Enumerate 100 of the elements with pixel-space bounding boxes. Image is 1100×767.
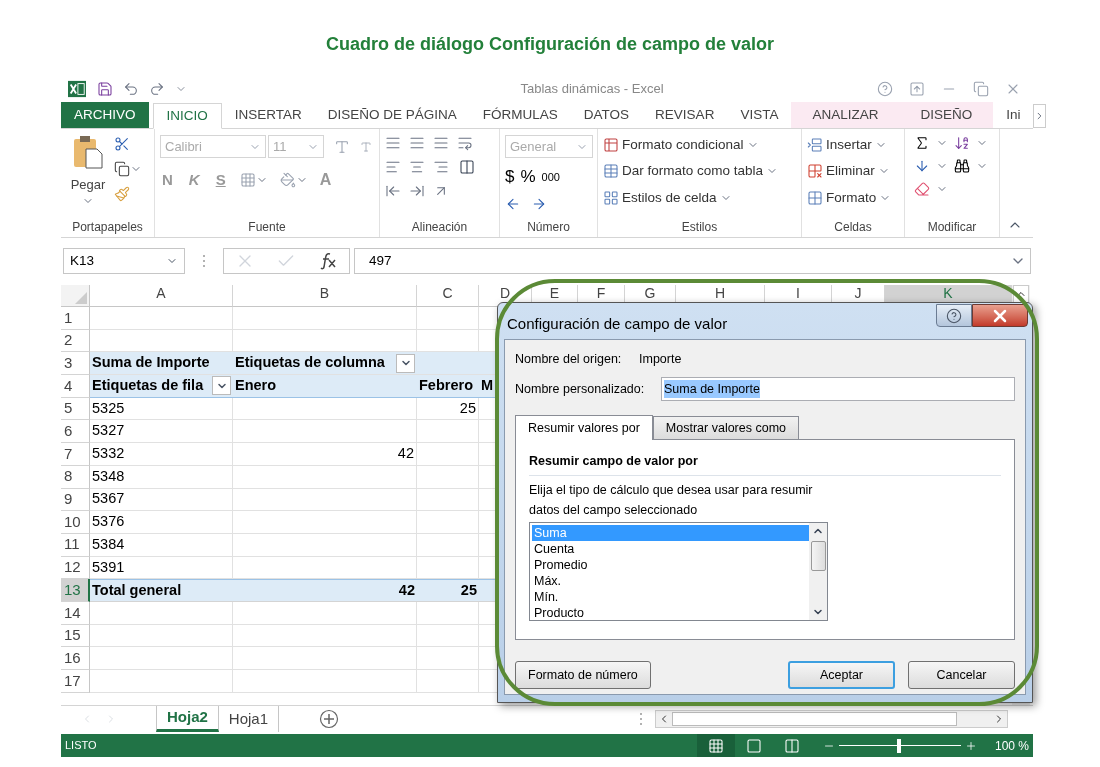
styles-button[interactable]: Estilos de celda xyxy=(603,187,796,208)
add-sheet-icon[interactable] xyxy=(319,709,340,729)
function-item[interactable]: Promedio xyxy=(532,556,809,573)
sheet-tab[interactable]: Hoja1 xyxy=(218,706,280,732)
middle-align-icon[interactable] xyxy=(409,135,425,151)
undo-icon[interactable] xyxy=(123,80,139,97)
filter-button[interactable] xyxy=(396,353,415,373)
styles-button[interactable]: Dar formato como tabla xyxy=(603,161,796,182)
table-icon[interactable] xyxy=(603,163,619,180)
insert-rows-icon[interactable] xyxy=(807,137,823,154)
row-header[interactable]: 7 xyxy=(61,443,90,466)
dialog-button[interactable]: Aceptar xyxy=(788,661,895,689)
clear-icon[interactable] xyxy=(914,181,930,197)
view-button[interactable] xyxy=(696,734,735,757)
ribbon-tab[interactable]: INICIO xyxy=(152,103,222,129)
row-header[interactable]: 6 xyxy=(61,420,90,444)
cells-button[interactable]: Formato xyxy=(807,187,899,208)
decrease-indent-icon[interactable] xyxy=(385,183,401,199)
redo-icon[interactable] xyxy=(149,80,165,97)
scroll-thumb[interactable] xyxy=(810,540,826,571)
row-header[interactable]: 16 xyxy=(61,647,90,670)
cut-icon[interactable] xyxy=(114,136,130,152)
copy-icon[interactable] xyxy=(114,161,130,177)
ribbon-tab[interactable]: DISEÑO xyxy=(899,102,994,128)
ribbon-tab[interactable]: INSERTAR xyxy=(221,102,315,128)
zoom-in-icon[interactable] xyxy=(964,739,977,752)
zoom-slider[interactable] xyxy=(838,738,961,753)
function-icon[interactable] xyxy=(318,252,339,270)
column-header[interactable]: B xyxy=(233,285,417,307)
ribbon-tab[interactable]: DATOS xyxy=(570,102,643,128)
row-header[interactable]: 11 xyxy=(61,533,90,557)
sort-filter-icon[interactable] xyxy=(954,135,970,151)
ribbon-tab[interactable]: ANALIZAR xyxy=(791,102,900,128)
row-header[interactable]: 3 xyxy=(61,352,90,376)
grow-font-icon[interactable] xyxy=(334,138,350,155)
column-header[interactable]: A xyxy=(90,285,233,307)
format-painter-icon[interactable] xyxy=(114,186,130,202)
dialog-tab[interactable]: Mostrar valores como xyxy=(652,416,800,439)
horizontal-scrollbar[interactable] xyxy=(655,710,1008,728)
grid-icon[interactable] xyxy=(707,737,724,754)
align-right-icon[interactable] xyxy=(433,159,449,175)
wrap-text-icon[interactable] xyxy=(457,135,473,151)
fill-icon[interactable] xyxy=(914,158,930,174)
paste-button[interactable]: Pegar xyxy=(66,135,110,207)
row-header[interactable]: 17 xyxy=(61,670,90,693)
row-header[interactable]: 2 xyxy=(61,329,90,353)
page-icon[interactable] xyxy=(745,737,762,754)
function-item[interactable]: Cuenta xyxy=(532,540,809,557)
ribbon-display-icon[interactable] xyxy=(909,80,925,97)
dialog-button[interactable]: Cancelar xyxy=(908,661,1015,689)
formula-field[interactable]: 497 xyxy=(354,248,1031,274)
columns-icon[interactable] xyxy=(783,737,800,754)
function-item[interactable]: Producto xyxy=(532,604,809,621)
ribbon-tab[interactable]: DISEÑO DE PÁGINA xyxy=(314,102,470,128)
align-left-icon[interactable] xyxy=(385,159,401,175)
ribbon-tab[interactable]: FÓRMULAS xyxy=(469,102,571,128)
bottom-align-icon[interactable] xyxy=(433,135,449,151)
function-list[interactable]: Suma Cuenta Promedio Máx. Mín. Producto xyxy=(529,521,828,621)
row-header[interactable]: 9 xyxy=(61,488,90,512)
help-button[interactable] xyxy=(936,304,972,327)
row-header[interactable]: 1 xyxy=(61,307,90,330)
row-header[interactable]: 10 xyxy=(61,511,90,534)
cells-button[interactable]: Insertar xyxy=(807,135,899,156)
custom-name-field[interactable]: Suma de Importe xyxy=(661,377,1015,401)
autosum-icon[interactable] xyxy=(914,135,930,151)
cells-button[interactable]: Eliminar xyxy=(807,161,899,182)
column-header[interactable]: C xyxy=(417,285,479,307)
row-header[interactable]: 4 xyxy=(61,375,90,398)
dialog-button[interactable]: Formato de número xyxy=(515,661,651,689)
tab-scroll-button[interactable] xyxy=(1033,104,1047,128)
row-header[interactable]: 5 xyxy=(61,397,90,421)
function-item[interactable]: Máx. xyxy=(532,572,809,589)
name-box[interactable]: K13 xyxy=(63,248,185,274)
ribbon-tab[interactable]: REVISAR xyxy=(642,102,728,128)
top-align-icon[interactable] xyxy=(385,135,401,151)
help-icon[interactable] xyxy=(877,80,893,97)
sheet-tab[interactable]: Hoja2 xyxy=(156,706,219,732)
dialog-tab[interactable]: Resumir valores por xyxy=(515,415,653,440)
delete-cells-icon[interactable] xyxy=(807,163,823,180)
restore-icon[interactable] xyxy=(973,80,989,97)
close-button[interactable] xyxy=(972,304,1028,327)
format-cells-icon[interactable] xyxy=(807,189,823,206)
shrink-font-icon[interactable] xyxy=(360,140,372,153)
filter-button[interactable] xyxy=(212,376,231,396)
save-icon[interactable] xyxy=(97,80,113,97)
function-item[interactable]: Mín. xyxy=(532,588,809,605)
ribbon-tab[interactable]: ARCHIVO xyxy=(61,102,149,128)
row-header[interactable]: 8 xyxy=(61,465,90,489)
row-header[interactable]: 12 xyxy=(61,556,90,580)
excel-logo-icon[interactable] xyxy=(67,79,87,98)
ribbon-tab[interactable]: VISTA xyxy=(727,102,792,128)
row-header[interactable]: 13 xyxy=(61,579,90,602)
row-header[interactable]: 15 xyxy=(61,624,90,648)
zoom-level[interactable]: 100 % xyxy=(994,736,1029,755)
cell-styles-icon[interactable] xyxy=(603,189,619,206)
conditional-format-icon[interactable] xyxy=(603,137,619,154)
row-header[interactable]: 14 xyxy=(61,601,90,625)
scroll-thumb[interactable] xyxy=(672,712,957,726)
ribbon-tab[interactable]: Ini xyxy=(993,102,1034,128)
help-icon[interactable] xyxy=(946,307,962,324)
